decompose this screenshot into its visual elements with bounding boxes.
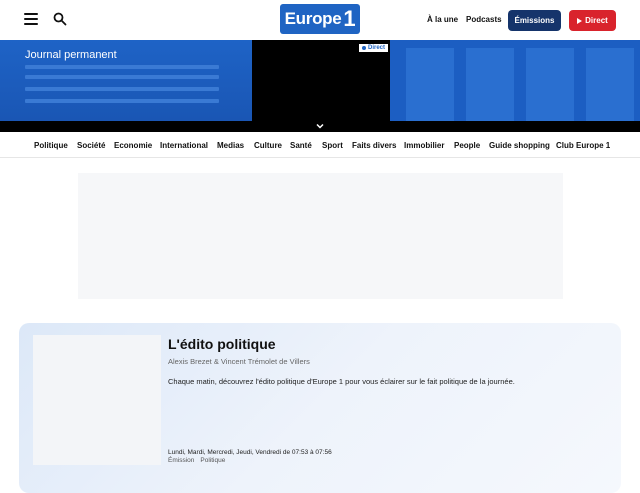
placeholder-line <box>25 87 219 91</box>
category-nav: Politique Société Economie International… <box>0 132 640 158</box>
thumbnail[interactable] <box>526 48 574 121</box>
europe1-logo[interactable]: Europe 1 <box>280 4 360 34</box>
nav-podcasts[interactable]: Podcasts <box>466 15 502 24</box>
category-economie[interactable]: Economie <box>114 141 152 150</box>
emission-title: L'édito politique <box>168 336 276 352</box>
placeholder-line <box>25 99 219 103</box>
emission-tags: Émission Politique <box>168 457 231 464</box>
emission-card[interactable]: L'édito politique Alexis Brezet & Vincen… <box>19 323 621 493</box>
tag-emission[interactable]: Émission <box>168 457 194 464</box>
placeholder-line <box>25 65 219 69</box>
category-sport[interactable]: Sport <box>322 141 343 150</box>
category-culture[interactable]: Culture <box>254 141 282 150</box>
thumbnail[interactable] <box>406 48 454 121</box>
direct-badge-label: Direct <box>367 45 385 51</box>
chevron-down-icon[interactable] <box>316 122 324 130</box>
emission-schedule: Lundi, Mardi, Mercredi, Jeudi, Vendredi … <box>168 449 332 456</box>
category-people[interactable]: People <box>454 141 480 150</box>
category-immobilier[interactable]: Immobilier <box>404 141 444 150</box>
tag-politique[interactable]: Politique <box>200 457 225 464</box>
play-icon <box>577 17 583 24</box>
video-player[interactable]: Direct <box>252 40 390 121</box>
emission-description: Chaque matin, découvrez l'édito politiqu… <box>168 377 515 386</box>
nav-a-la-une[interactable]: À la une <box>427 15 458 24</box>
direct-button[interactable]: Direct <box>569 10 616 31</box>
emissions-button[interactable]: Émissions <box>508 10 561 31</box>
category-politique[interactable]: Politique <box>34 141 68 150</box>
ad-placeholder <box>78 173 563 299</box>
live-title: Journal permanent <box>25 49 117 61</box>
category-international[interactable]: International <box>160 141 208 150</box>
category-sante[interactable]: Santé <box>290 141 312 150</box>
thumbnail[interactable] <box>466 48 514 121</box>
site-header: Europe 1 À la une Podcasts Émissions Dire… <box>0 0 640 40</box>
category-club-europe1[interactable]: Club Europe 1 <box>556 141 610 150</box>
placeholder-line <box>25 75 219 79</box>
category-guide-shopping[interactable]: Guide shopping <box>489 141 550 150</box>
search-icon[interactable] <box>53 12 67 26</box>
collapse-bar[interactable] <box>0 121 640 132</box>
live-panel[interactable]: Journal permanent <box>0 40 252 121</box>
live-dot-icon <box>361 46 366 50</box>
emission-authors: Alexis Brezet & Vincent Trémolet de Vill… <box>168 357 310 366</box>
live-thumbnails <box>390 40 640 121</box>
category-medias[interactable]: Medias <box>217 141 244 150</box>
live-banner: Journal permanent Direct <box>0 40 640 121</box>
category-societe[interactable]: Société <box>77 141 105 150</box>
category-faits-divers[interactable]: Faits divers <box>352 141 396 150</box>
direct-badge: Direct <box>358 44 388 52</box>
logo-number: 1 <box>343 6 356 31</box>
logo-text: Europe <box>284 9 342 28</box>
direct-button-label: Direct <box>585 16 608 25</box>
thumbnail[interactable] <box>586 48 634 121</box>
emission-image <box>33 335 161 465</box>
menu-icon[interactable] <box>24 13 38 25</box>
